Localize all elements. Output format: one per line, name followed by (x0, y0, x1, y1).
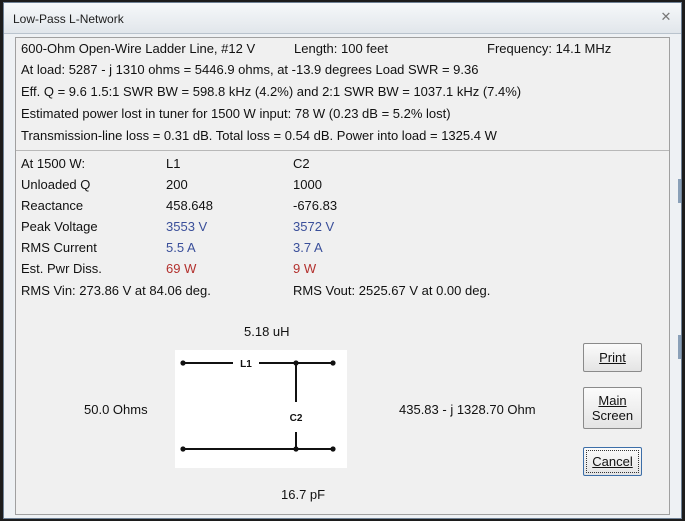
window-edge-mark (678, 335, 681, 359)
line-length: Length: 100 feet (294, 41, 388, 56)
l1-rms-current: 5.5 A (166, 240, 196, 255)
inductor-label: L1 (240, 359, 252, 370)
output-terminal-top (330, 360, 336, 366)
schematic-drawing: L1 C2 (180, 359, 336, 452)
rms-vin-readout: RMS Vin: 273.86 V at 84.06 deg. (21, 283, 211, 298)
inductor-value: 5.18 uH (244, 324, 290, 339)
main-screen-label-line1: Main (598, 393, 627, 408)
l1-reactance: 458.648 (166, 198, 213, 213)
l1-peak-voltage: 3553 V (166, 219, 208, 234)
table-header-l1: L1 (166, 156, 181, 171)
load-impedance: 435.83 - j 1328.70 Ohm (399, 402, 536, 417)
main-screen-button[interactable]: Main Screen (583, 387, 642, 429)
l1-power-dissipation: 69 W (166, 261, 197, 276)
main-screen-label-line2: Screen (591, 408, 634, 423)
cancel-button[interactable]: Cancel (583, 447, 642, 476)
window-title: Low-Pass L-Network (13, 12, 124, 26)
dialog-window: Low-Pass L-Network ✕ 600-Ohm Open-Wire L… (3, 2, 682, 519)
table-header-label: At 1500 W: (21, 156, 86, 171)
line-loss-summary: Transmission-line loss = 0.31 dB. Total … (21, 128, 497, 143)
input-terminal-top (180, 360, 186, 366)
close-icon[interactable]: ✕ (659, 10, 673, 24)
rms-vout-readout: RMS Vout: 2525.67 V at 0.00 deg. (293, 283, 491, 298)
l-network-schematic: L1 C2 (175, 350, 347, 468)
frequency-readout: Frequency: 14.1 MHz (487, 41, 612, 56)
capacitor-label: C2 (290, 413, 303, 424)
row-label-peak-voltage: Peak Voltage (21, 219, 98, 234)
c2-rms-current: 3.7 A (293, 240, 323, 255)
source-impedance: 50.0 Ohms (84, 402, 148, 417)
capacitor-value: 16.7 pF (281, 487, 326, 502)
row-label-rms-current: RMS Current (21, 240, 97, 255)
row-label-power-dissipation: Est. Pwr Diss. (21, 261, 102, 276)
l1-unloaded-q: 200 (166, 177, 188, 192)
results-panel: 600-Ohm Open-Wire Ladder Line, #12 V Len… (15, 37, 670, 515)
ground-junction (293, 446, 299, 452)
c2-reactance: -676.83 (293, 198, 338, 213)
line-description: 600-Ohm Open-Wire Ladder Line, #12 V (21, 41, 256, 56)
title-bar[interactable]: Low-Pass L-Network ✕ (4, 3, 681, 34)
table-header-c2: C2 (293, 156, 310, 171)
tuner-loss-summary: Estimated power lost in tuner for 1500 W… (21, 106, 451, 121)
input-terminal-bottom (180, 446, 186, 452)
c2-peak-voltage: 3572 V (293, 219, 335, 234)
c2-power-dissipation: 9 W (293, 261, 317, 276)
print-button[interactable]: Print (583, 343, 642, 372)
section-divider (16, 150, 669, 151)
row-label-reactance: Reactance (21, 198, 84, 213)
window-edge-mark (678, 179, 681, 203)
c2-unloaded-q: 1000 (293, 177, 322, 192)
load-impedance-summary: At load: 5287 - j 1310 ohms = 5446.9 ohm… (21, 62, 479, 77)
bandwidth-summary: Eff. Q = 9.6 1.5:1 SWR BW = 598.8 kHz (4… (21, 84, 522, 99)
row-label-unloaded-q: Unloaded Q (21, 177, 91, 192)
output-terminal-bottom (330, 446, 336, 452)
junction-node (293, 360, 299, 366)
cancel-button-label: Cancel (592, 454, 633, 469)
print-button-label: Print (599, 350, 626, 365)
